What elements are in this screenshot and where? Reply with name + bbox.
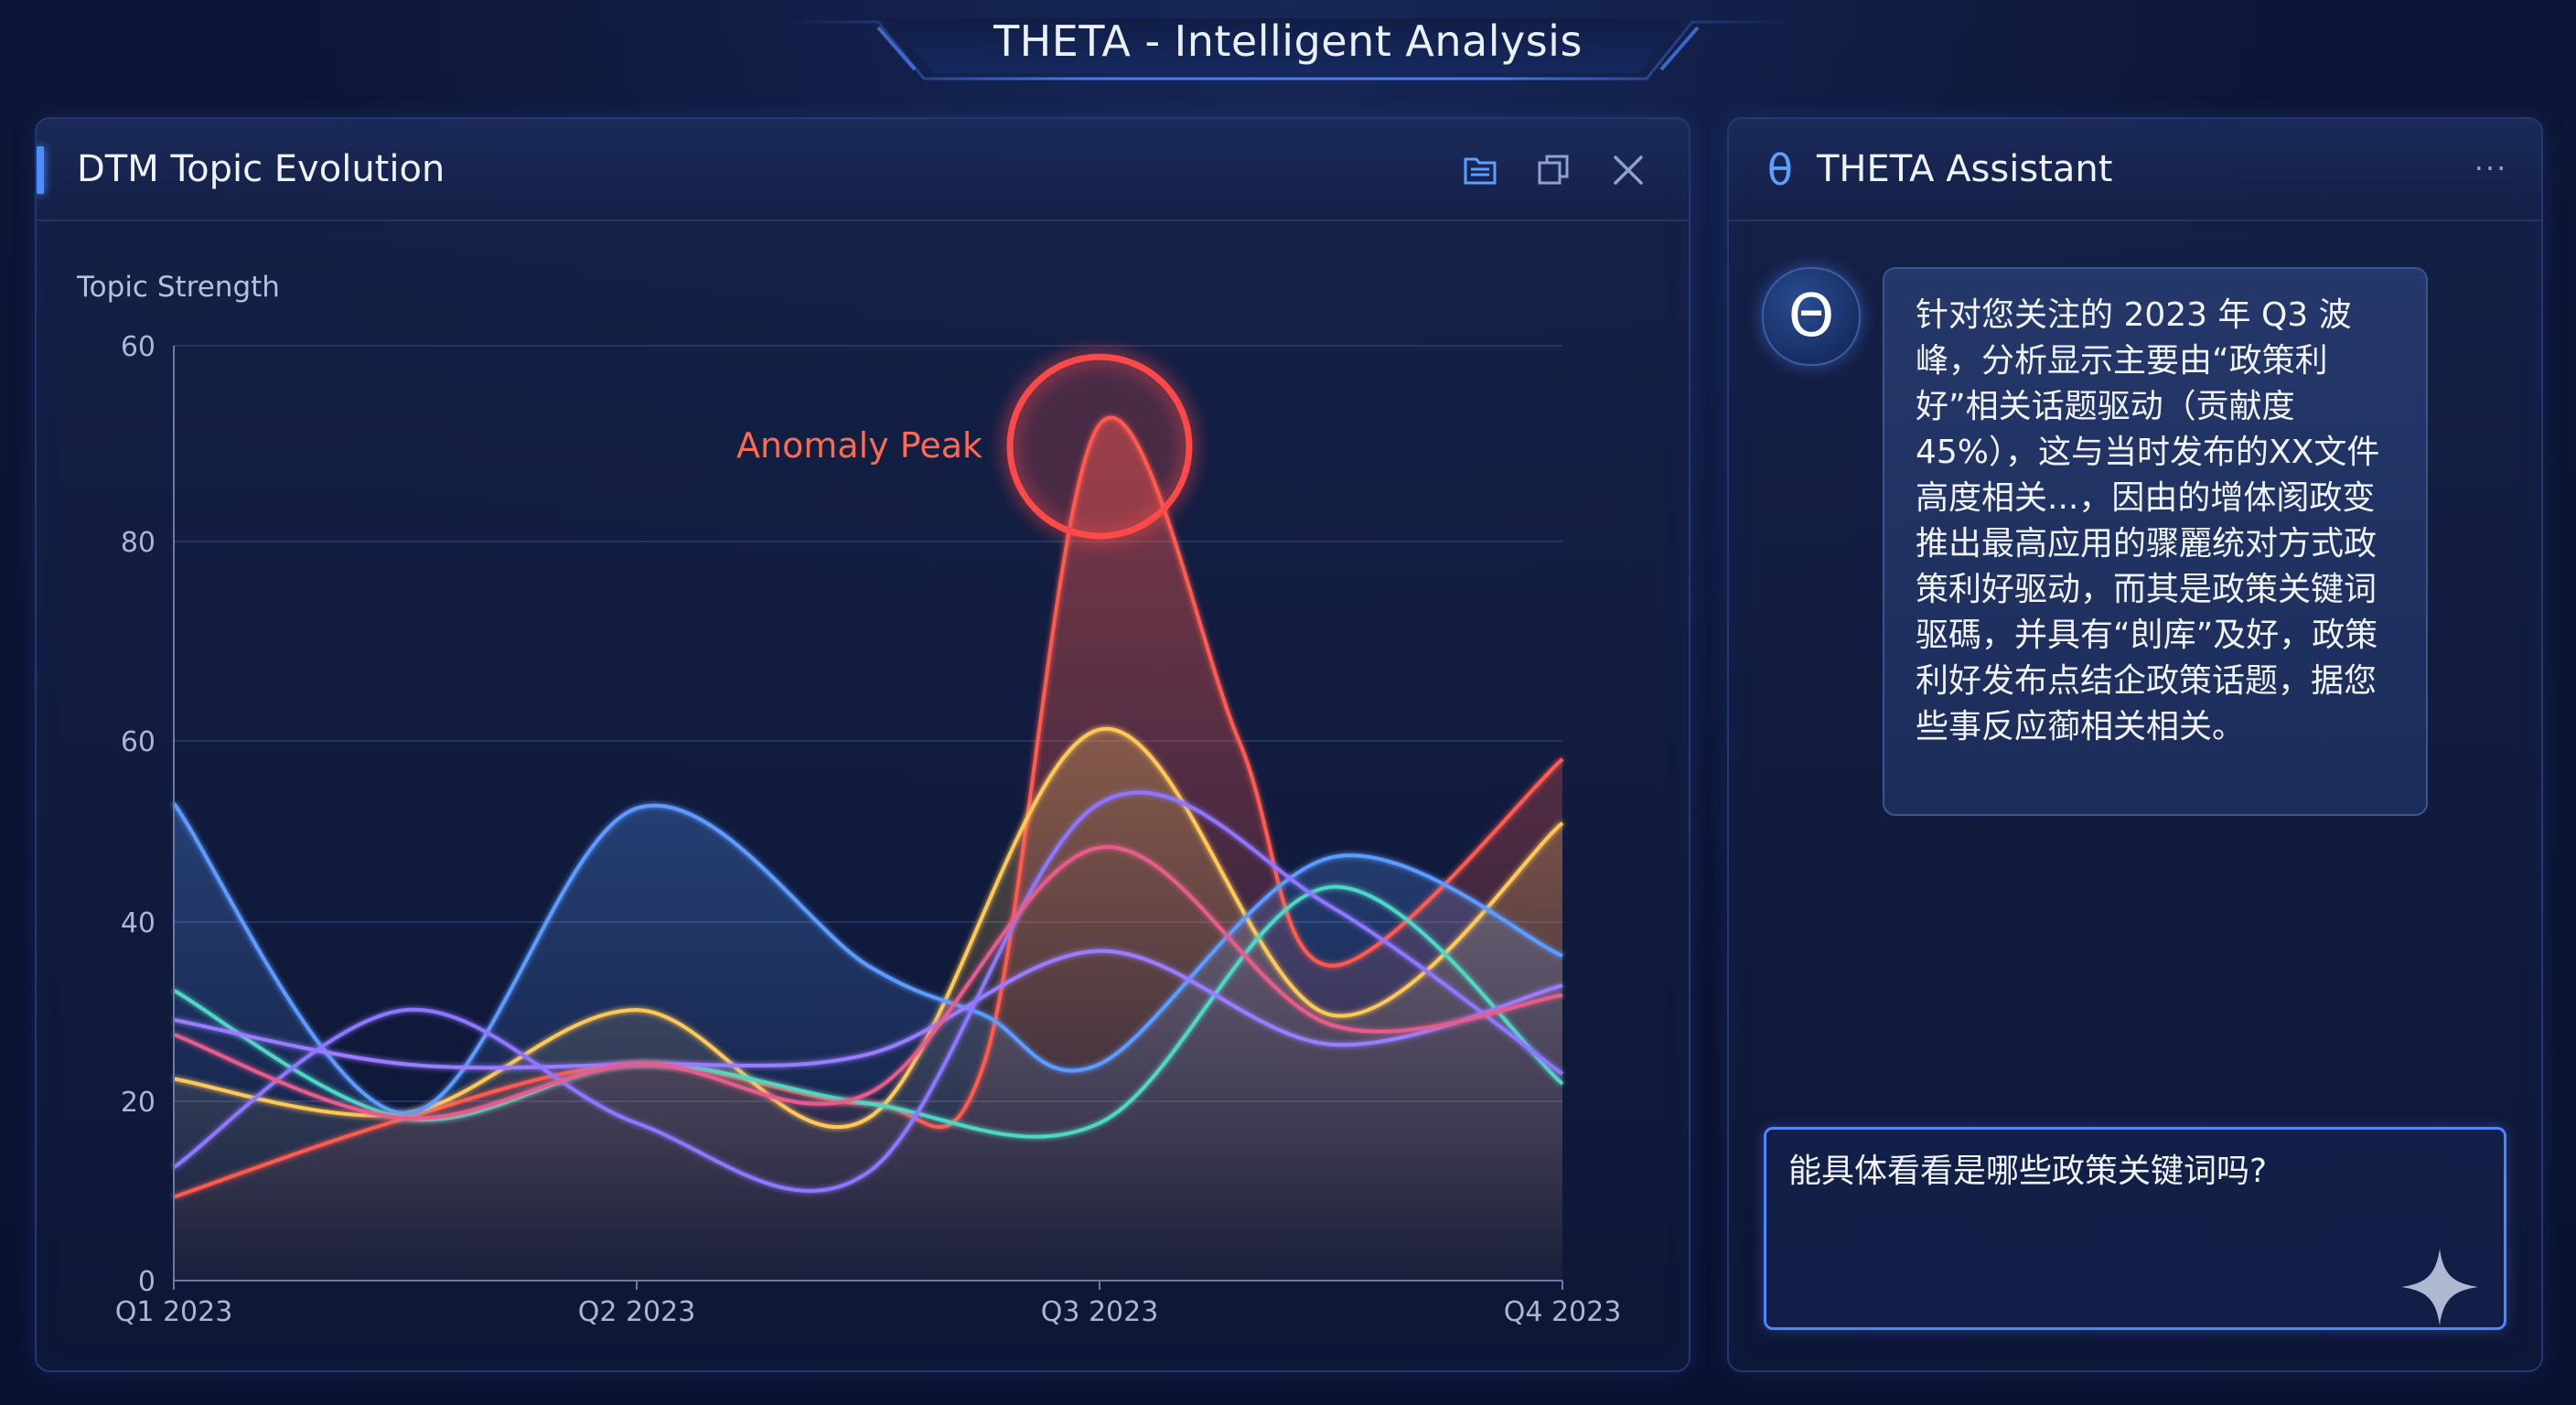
anomaly-label: Anomaly Peak: [736, 425, 982, 466]
topic-evolution-chart: 0 20 40 60 80 60 Q1 2023 Q2 2023 Q3 2023 Q4 2023 T…: [76, 271, 1622, 1328]
chart-panel: DTM Topic Evolution 0 20 40 60 80 60 Q1 …: [35, 117, 1690, 1372]
y-tick-label: 60: [121, 726, 156, 758]
x-tick-label: Q3 2023: [1041, 1296, 1159, 1328]
series-area: [174, 803, 1562, 1281]
assistant-avatar: Θ: [1762, 267, 1861, 366]
sparkle-icon[interactable]: [2396, 1243, 2484, 1331]
y-tick-label: 20: [121, 1087, 156, 1119]
y-tick-label: 80: [121, 527, 156, 559]
assistant-panel-header: θ THETA Assistant ···: [1729, 119, 2541, 221]
assistant-message-bubble: 针对您关注的 2023 年 Q3 波峰，分析显示主要由“政策利好”相关话题驱动（…: [1883, 267, 2428, 816]
x-tick-label: Q1 2023: [115, 1296, 233, 1328]
y-axis-title: Topic Strength: [76, 271, 280, 304]
chart-annotation: Anomaly Peak: [736, 353, 1193, 540]
theta-logo-icon: θ: [1766, 145, 1794, 195]
x-tick-label: Q4 2023: [1504, 1296, 1622, 1328]
chat-input-container[interactable]: [1764, 1127, 2506, 1330]
chat-input[interactable]: [1788, 1150, 2484, 1305]
app-window: THETA - Intelligent Analysis DTM Topic E…: [0, 0, 2576, 1405]
y-tick-label: 60: [121, 331, 156, 363]
more-options-button[interactable]: ···: [2468, 150, 2514, 187]
y-tick-label: 0: [138, 1266, 156, 1298]
x-tick-label: Q2 2023: [578, 1296, 696, 1328]
app-title: THETA - Intelligent Analysis: [993, 16, 1583, 66]
assistant-panel: θ THETA Assistant ··· Θ 针对您关注的 2023 年 Q3…: [1727, 117, 2543, 1372]
anomaly-highlight-ring[interactable]: [1006, 353, 1193, 540]
chart-area-fills: [174, 417, 1562, 1281]
y-tick-label: 40: [121, 907, 156, 939]
assistant-panel-title: THETA Assistant: [1817, 148, 2113, 190]
